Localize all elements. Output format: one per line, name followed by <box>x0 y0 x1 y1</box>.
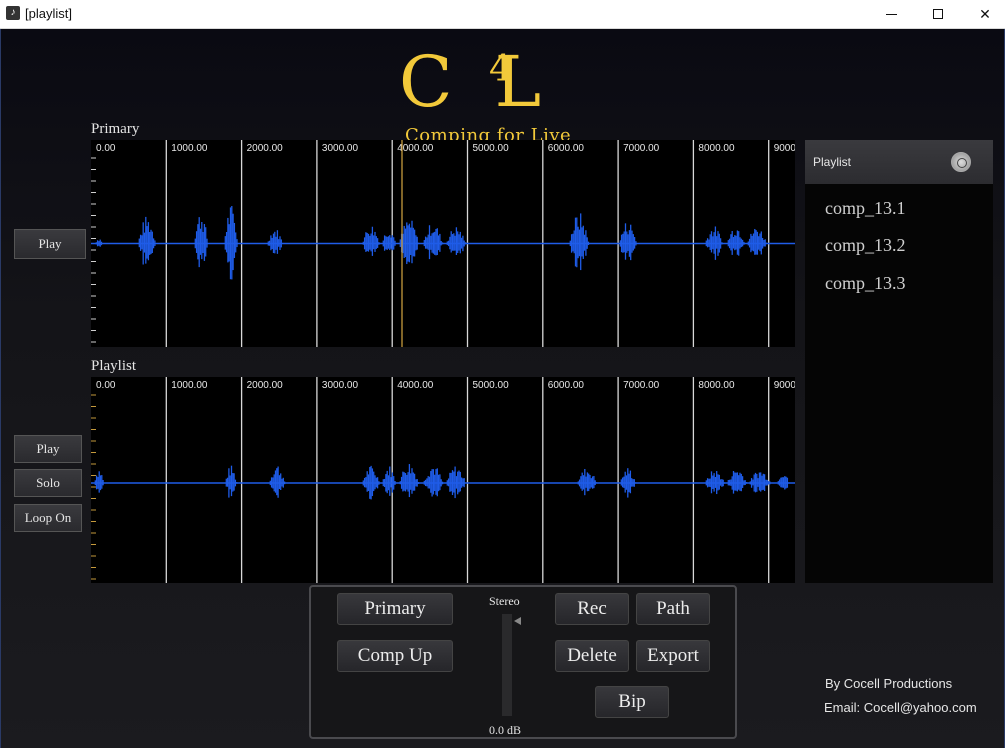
close-button[interactable]: ✕ <box>962 0 1005 28</box>
timeline-tick-label: 6000.00 <box>548 143 585 154</box>
primary-waveform[interactable]: 0.00 1000.00 2000.00 3000.00 4000.00 5000.00 6… <box>91 140 795 347</box>
control-panel: Primary Comp Up Stereo 0.0 dB Rec Path D… <box>309 585 737 739</box>
playlist-item[interactable]: comp_13.1 <box>825 198 906 219</box>
timeline-tick-label: 0.00 <box>96 143 116 154</box>
primary-play-button[interactable]: Play <box>14 229 86 259</box>
maximize-button[interactable] <box>915 0 961 28</box>
timeline-tick-label: 5000.00 <box>473 380 510 391</box>
waveform-canvas[interactable]: 0.00 1000.00 2000.00 3000.00 4000.00 5000.00 6… <box>91 377 795 583</box>
timeline-tick-label: 8000.00 <box>698 143 735 154</box>
loop-button[interactable]: Loop On <box>14 504 82 532</box>
timeline-tick-label: 4000.00 <box>397 380 434 391</box>
timeline-tick-label: 2000.00 <box>247 380 284 391</box>
meter-db-label: 0.0 dB <box>489 723 522 737</box>
music-note-icon: ♪ <box>6 6 20 20</box>
timeline-tick-label: 7000.00 <box>623 380 660 391</box>
window-title: [playlist] <box>25 6 72 21</box>
minimize-icon <box>885 13 897 15</box>
waveform-canvas[interactable]: 0.00 1000.00 2000.00 3000.00 4000.00 5000.00 6… <box>91 140 795 347</box>
timeline-tick-label: 8000.00 <box>698 380 735 391</box>
minimize-button[interactable] <box>868 0 914 28</box>
meter-channel-label: Stereo <box>489 594 520 608</box>
playlist-item[interactable]: comp_13.2 <box>825 235 906 256</box>
timeline-tick-label: 0.00 <box>96 380 116 391</box>
power-knob-icon[interactable] <box>951 152 971 172</box>
maximize-icon <box>933 9 943 19</box>
export-button[interactable]: Export <box>636 640 710 672</box>
logo: CL 4 Comping for Live <box>399 41 609 146</box>
timeline-tick-label: 9000 <box>774 380 795 391</box>
logo-superscript: 4 <box>489 49 512 90</box>
timeline-tick-label: 4000.00 <box>397 143 434 154</box>
title-bar: ♪ [playlist] ✕ <box>0 0 1005 29</box>
solo-button[interactable]: Solo <box>14 469 82 497</box>
credit-by: By Cocell Productions <box>825 676 953 691</box>
credit-email: Email: Cocell@yahoo.com <box>824 700 977 715</box>
timeline-tick-label: 3000.00 <box>322 143 359 154</box>
level-meter <box>502 614 512 716</box>
close-icon: ✕ <box>979 5 991 22</box>
timeline-tick-label: 2000.00 <box>247 143 284 154</box>
timeline-tick-label: 1000.00 <box>171 380 208 391</box>
primary-button[interactable]: Primary <box>337 593 453 625</box>
playlist-waveform[interactable]: 0.00 1000.00 2000.00 3000.00 4000.00 5000.00 6… <box>91 377 795 583</box>
playlist-track-label: Playlist <box>91 358 137 374</box>
playlist-title: Playlist <box>813 155 852 169</box>
timeline-tick-label: 5000.00 <box>473 143 510 154</box>
comp-up-button[interactable]: Comp Up <box>337 640 453 672</box>
playlist-panel: Playlist comp_13.1 comp_13.2 comp_13.3 <box>805 140 993 583</box>
path-button[interactable]: Path <box>636 593 710 625</box>
timeline-tick-label: 9000 <box>774 143 795 154</box>
logo-main: CL <box>399 41 541 123</box>
meter-slider-handle[interactable] <box>514 617 521 625</box>
timeline-tick-label: 1000.00 <box>171 143 208 154</box>
rec-button[interactable]: Rec <box>555 593 629 625</box>
app-area: CL 4 Comping for Live Primary 0.00 1000.0… <box>0 29 1005 748</box>
playlist-item[interactable]: comp_13.3 <box>825 273 906 294</box>
timeline-tick-label: 3000.00 <box>322 380 359 391</box>
delete-button[interactable]: Delete <box>555 640 629 672</box>
playlist-header: Playlist <box>805 140 993 184</box>
playlist-play-button[interactable]: Play <box>14 435 82 463</box>
primary-label: Primary <box>91 121 140 137</box>
timeline-tick-label: 7000.00 <box>623 143 660 154</box>
timeline-tick-label: 6000.00 <box>548 380 585 391</box>
bip-button[interactable]: Bip <box>595 686 669 718</box>
